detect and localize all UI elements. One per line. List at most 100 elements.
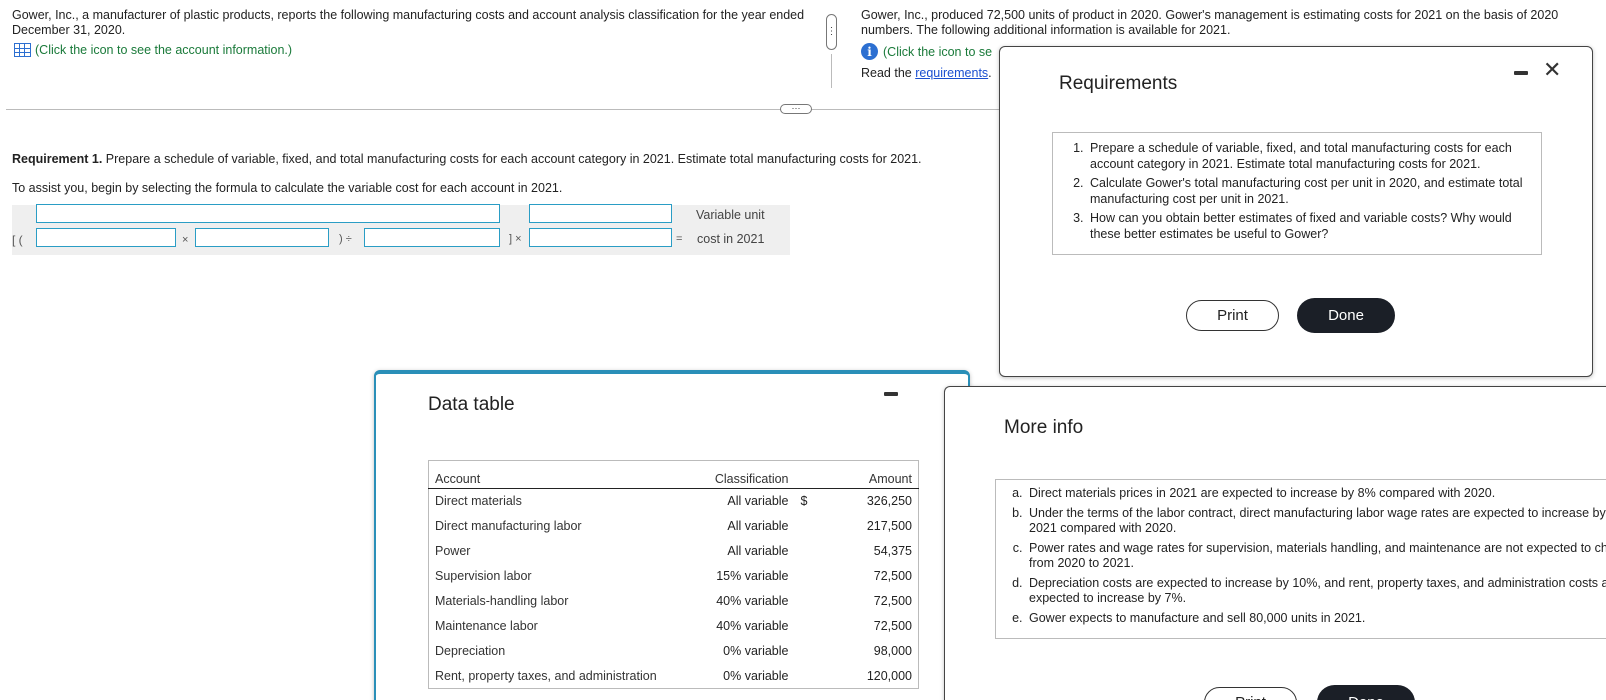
table-grid-icon[interactable]	[14, 43, 31, 57]
times-symbol-1: ×	[182, 234, 189, 246]
requirement-1-label: Requirement 1.	[12, 152, 103, 166]
formula-band: Variable unit [ ( × ) ÷ ] × = cost in 20…	[12, 204, 790, 255]
table-row: Direct manufacturing labor All variable 21…	[429, 514, 919, 539]
minimize-icon[interactable]	[884, 392, 898, 396]
info-icon[interactable]: i	[861, 43, 878, 60]
requirement-item: Prepare a schedule of variable, fixed, a…	[1087, 141, 1531, 172]
vertical-divider	[831, 54, 832, 88]
cell-account: Power	[435, 544, 471, 558]
close-times-symbol: ] ×	[509, 233, 522, 245]
cell-currency	[795, 564, 814, 589]
cell-amount: 72,500	[873, 619, 912, 633]
cell-classification: 0% variable	[723, 644, 789, 658]
formula-input-1[interactable]	[36, 228, 176, 247]
vertical-splitter-handle[interactable]: ⋮	[826, 14, 837, 50]
cell-account: Direct manufacturing labor	[435, 519, 582, 533]
cell-amount: 54,375	[873, 544, 912, 558]
more-info-item: Direct materials prices in 2021 are expe…	[1026, 486, 1606, 502]
cell-account: Maintenance labor	[435, 619, 538, 633]
table-row: Maintenance labor 40% variable 72,500	[429, 614, 919, 639]
table-row: Direct materials All variable $326,250	[429, 489, 919, 514]
requirement-1-body: Prepare a schedule of variable, fixed, a…	[102, 152, 922, 166]
cell-currency	[795, 539, 814, 564]
table-row: Depreciation 0% variable 98,000	[429, 639, 919, 664]
requirements-link[interactable]: requirements	[915, 66, 988, 80]
more-info-item: Gower expects to manufacture and sell 80…	[1026, 611, 1606, 627]
result-label-line1: Variable unit	[696, 208, 765, 222]
cell-amount: 72,500	[873, 569, 912, 583]
read-requirements-line: Read the requirements.	[861, 66, 992, 80]
cell-classification: 40% variable	[716, 619, 789, 633]
requirement-item: Calculate Gower's total manufacturing co…	[1087, 176, 1531, 207]
cell-account: Direct materials	[435, 494, 522, 509]
close-icon[interactable]: ✕	[1543, 59, 1561, 81]
data-table-title: Data table	[428, 394, 515, 415]
cell-currency	[795, 589, 814, 614]
account-info-link[interactable]: (Click the icon to see the account infor…	[14, 43, 292, 57]
close-divide-symbol: ) ÷	[339, 233, 352, 245]
cell-currency	[795, 639, 814, 664]
table-row: Rent, property taxes, and administration…	[429, 664, 919, 689]
assist-text: To assist you, begin by selecting the fo…	[12, 181, 563, 195]
requirements-title: Requirements	[1059, 73, 1178, 94]
more-info-title: More info	[1004, 417, 1084, 438]
cell-classification: All variable	[727, 494, 789, 509]
cell-currency	[795, 664, 814, 689]
header-account: Account	[428, 460, 695, 489]
more-info-dialog: More info Direct materials prices in 202…	[944, 386, 1606, 700]
cell-currency	[795, 514, 814, 539]
cell-classification: All variable	[727, 544, 789, 558]
cell-amount: 98,000	[873, 644, 912, 658]
cell-classification: 15% variable	[716, 569, 789, 583]
print-button[interactable]: Print	[1204, 687, 1297, 700]
problem-intro: Gower, Inc., a manufacturer of plastic p…	[12, 8, 805, 37]
horizontal-divider	[6, 109, 1006, 110]
table-header-row: Account Classification Amount	[428, 460, 919, 489]
cell-account: Depreciation	[435, 644, 506, 658]
formula-top-right-input[interactable]	[529, 204, 672, 223]
requirement-item: How can you obtain better estimates of f…	[1087, 211, 1531, 242]
cell-amount: 217,500	[866, 519, 912, 533]
table-row: Supervision labor 15% variable 72,500	[429, 564, 919, 589]
header-classification: Classification	[694, 460, 795, 489]
header-currency	[794, 460, 814, 489]
formula-input-4[interactable]	[529, 228, 672, 247]
table-row: Power All variable 54,375	[429, 539, 919, 564]
more-info-list: Direct materials prices in 2021 are expe…	[995, 479, 1606, 639]
cell-currency	[795, 614, 814, 639]
cell-currency: $	[800, 494, 808, 509]
cell-account: Materials-handling labor	[435, 594, 569, 608]
equals-symbol: =	[676, 233, 683, 245]
result-label-line2: cost in 2021	[697, 232, 765, 246]
more-info-link[interactable]: i (Click the icon to se	[861, 43, 992, 60]
formula-input-3[interactable]	[364, 228, 500, 247]
formula-input-2[interactable]	[195, 228, 329, 247]
requirement-1-text: Requirement 1. Prepare a schedule of var…	[12, 152, 922, 166]
account-info-link-label[interactable]: (Click the icon to see the account infor…	[35, 43, 292, 57]
cell-classification: All variable	[727, 519, 789, 533]
more-info-item: Under the terms of the labor contract, d…	[1026, 506, 1606, 537]
more-info-item: Power rates and wage rates for supervisi…	[1026, 541, 1606, 572]
cell-amount: 326,250	[866, 494, 912, 509]
header-amount: Amount	[813, 460, 919, 489]
minimize-icon[interactable]	[1514, 71, 1528, 75]
problem-intro-right: Gower, Inc., produced 72,500 units of pr…	[861, 8, 1559, 37]
cell-amount: 72,500	[873, 594, 912, 608]
print-button[interactable]: Print	[1186, 300, 1279, 331]
formula-top-input[interactable]	[36, 204, 500, 223]
horizontal-splitter-handle[interactable]: ⋯	[780, 104, 812, 114]
data-table-dialog: Data table Account Classification Amount…	[374, 370, 970, 700]
cell-classification: 0% variable	[723, 668, 789, 683]
more-info-link-label[interactable]: (Click the icon to se	[883, 45, 992, 59]
done-button[interactable]: Done	[1297, 298, 1395, 333]
done-button[interactable]: Done	[1317, 685, 1415, 700]
cell-amount: 120,000	[866, 668, 912, 683]
cell-account: Rent, property taxes, and administration	[435, 668, 657, 683]
requirements-list: Prepare a schedule of variable, fixed, a…	[1052, 132, 1542, 255]
cell-account: Supervision labor	[435, 569, 532, 583]
read-suffix: .	[988, 66, 992, 80]
data-table: Account Classification Amount Direct mat…	[428, 460, 919, 689]
more-info-item: Depreciation costs are expected to incre…	[1026, 576, 1606, 607]
read-prefix: Read the	[861, 66, 916, 80]
table-row: Materials-handling labor 40% variable 72,5…	[429, 589, 919, 614]
